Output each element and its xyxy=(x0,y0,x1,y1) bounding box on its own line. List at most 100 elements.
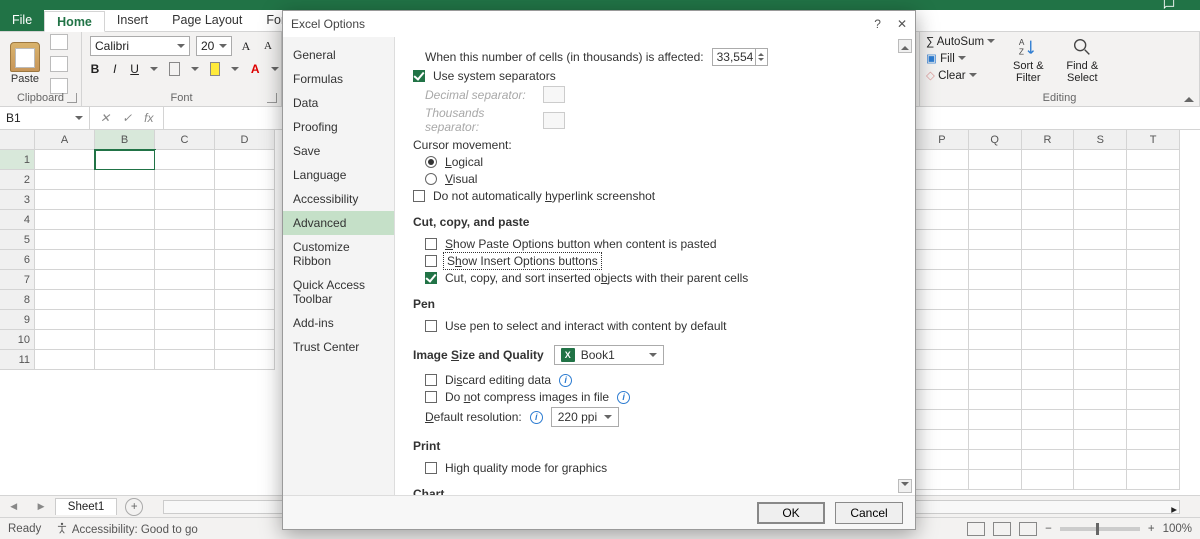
scroll-up-icon[interactable] xyxy=(898,39,912,53)
cell-B11[interactable] xyxy=(95,350,155,370)
default-resolution-dropdown[interactable]: 220 ppi xyxy=(551,407,619,427)
font-color-button[interactable]: A xyxy=(250,62,260,76)
view-normal-button[interactable] xyxy=(967,522,985,536)
cell-P1[interactable] xyxy=(916,150,969,170)
category-proofing[interactable]: Proofing xyxy=(283,115,394,139)
high-quality-graphics-checkbox[interactable] xyxy=(425,462,437,474)
cell-Q7[interactable] xyxy=(969,270,1022,290)
cell-Q17[interactable] xyxy=(969,470,1022,490)
cell-T2[interactable] xyxy=(1127,170,1180,190)
category-language[interactable]: Language xyxy=(283,163,394,187)
enter-formula-icon[interactable]: ✓ xyxy=(122,111,132,125)
font-dialog-launcher[interactable] xyxy=(267,93,277,103)
col-header-D[interactable]: D xyxy=(215,130,275,150)
copy-button[interactable] xyxy=(50,56,68,72)
cell-A5[interactable] xyxy=(35,230,95,250)
cell-T8[interactable] xyxy=(1127,290,1180,310)
cell-R17[interactable] xyxy=(1022,470,1075,490)
cell-R6[interactable] xyxy=(1022,250,1075,270)
row-header-6[interactable]: 6 xyxy=(0,250,35,270)
cell-S16[interactable] xyxy=(1074,450,1127,470)
cell-C11[interactable] xyxy=(155,350,215,370)
cells-affected-spinner[interactable] xyxy=(756,48,768,66)
tab-file[interactable]: File xyxy=(0,10,44,31)
info-icon[interactable]: i xyxy=(559,374,572,387)
cell-S5[interactable] xyxy=(1074,230,1127,250)
font-color-arrow[interactable] xyxy=(270,62,280,76)
no-hyperlink-screenshot-checkbox[interactable] xyxy=(413,190,425,202)
font-size-combo[interactable]: 20 xyxy=(196,36,232,56)
cell-P2[interactable] xyxy=(916,170,969,190)
row-header-10[interactable]: 10 xyxy=(0,330,35,350)
cell-T12[interactable] xyxy=(1127,370,1180,390)
cell-A8[interactable] xyxy=(35,290,95,310)
col-header-S[interactable]: S xyxy=(1074,130,1127,150)
clear-button[interactable]: ◇ Clear xyxy=(926,68,995,82)
dialog-close-button[interactable]: ✕ xyxy=(897,17,907,31)
cell-S11[interactable] xyxy=(1074,350,1127,370)
cell-T9[interactable] xyxy=(1127,310,1180,330)
cell-Q10[interactable] xyxy=(969,330,1022,350)
zoom-slider[interactable] xyxy=(1060,527,1140,531)
new-sheet-button[interactable]: + xyxy=(125,498,143,516)
cell-S1[interactable] xyxy=(1074,150,1127,170)
cell-S9[interactable] xyxy=(1074,310,1127,330)
cell-A10[interactable] xyxy=(35,330,95,350)
cell-A2[interactable] xyxy=(35,170,95,190)
cell-T17[interactable] xyxy=(1127,470,1180,490)
category-general[interactable]: General xyxy=(283,43,394,67)
category-formulas[interactable]: Formulas xyxy=(283,67,394,91)
cell-C6[interactable] xyxy=(155,250,215,270)
cell-D1[interactable] xyxy=(215,150,275,170)
cell-Q8[interactable] xyxy=(969,290,1022,310)
cell-S17[interactable] xyxy=(1074,470,1127,490)
cell-C7[interactable] xyxy=(155,270,215,290)
row-header-3[interactable]: 3 xyxy=(0,190,35,210)
info-icon[interactable]: i xyxy=(617,391,630,404)
cell-S6[interactable] xyxy=(1074,250,1127,270)
cell-B5[interactable] xyxy=(95,230,155,250)
cell-Q1[interactable] xyxy=(969,150,1022,170)
category-customize-ribbon[interactable]: Customize Ribbon xyxy=(283,235,394,273)
tab-insert[interactable]: Insert xyxy=(105,10,160,31)
cursor-visual-radio[interactable] xyxy=(425,173,437,185)
cell-T4[interactable] xyxy=(1127,210,1180,230)
cell-Q6[interactable] xyxy=(969,250,1022,270)
cell-B10[interactable] xyxy=(95,330,155,350)
cursor-logical-radio[interactable] xyxy=(425,156,437,168)
tab-home[interactable]: Home xyxy=(44,11,105,32)
cell-S13[interactable] xyxy=(1074,390,1127,410)
panel-scrollbar[interactable] xyxy=(897,37,913,495)
cell-P12[interactable] xyxy=(916,370,969,390)
cell-R12[interactable] xyxy=(1022,370,1075,390)
cell-A11[interactable] xyxy=(35,350,95,370)
cell-Q11[interactable] xyxy=(969,350,1022,370)
cell-P8[interactable] xyxy=(916,290,969,310)
col-header-B[interactable]: B xyxy=(95,130,155,150)
cell-C5[interactable] xyxy=(155,230,215,250)
bold-button[interactable]: B xyxy=(90,62,100,76)
cell-R2[interactable] xyxy=(1022,170,1075,190)
show-insert-options-checkbox[interactable] xyxy=(425,255,437,267)
cell-A9[interactable] xyxy=(35,310,95,330)
cell-P10[interactable] xyxy=(916,330,969,350)
cancel-formula-icon[interactable]: ✕ xyxy=(100,111,110,125)
cell-R1[interactable] xyxy=(1022,150,1075,170)
cell-P4[interactable] xyxy=(916,210,969,230)
cell-Q3[interactable] xyxy=(969,190,1022,210)
sheet-nav-prev[interactable]: ◄ xyxy=(0,501,27,513)
col-header-A[interactable]: A xyxy=(35,130,95,150)
cell-S12[interactable] xyxy=(1074,370,1127,390)
cell-A3[interactable] xyxy=(35,190,95,210)
cut-button[interactable] xyxy=(50,34,68,50)
cell-S4[interactable] xyxy=(1074,210,1127,230)
cell-R7[interactable] xyxy=(1022,270,1075,290)
cell-R13[interactable] xyxy=(1022,390,1075,410)
cell-Q4[interactable] xyxy=(969,210,1022,230)
col-header-R[interactable]: R xyxy=(1022,130,1075,150)
find-select-button[interactable]: Find & Select xyxy=(1061,36,1103,84)
col-header-P[interactable]: P xyxy=(916,130,969,150)
underline-button[interactable]: U xyxy=(130,62,140,76)
no-compress-images-checkbox[interactable] xyxy=(425,391,437,403)
view-page-break-button[interactable] xyxy=(1019,522,1037,536)
